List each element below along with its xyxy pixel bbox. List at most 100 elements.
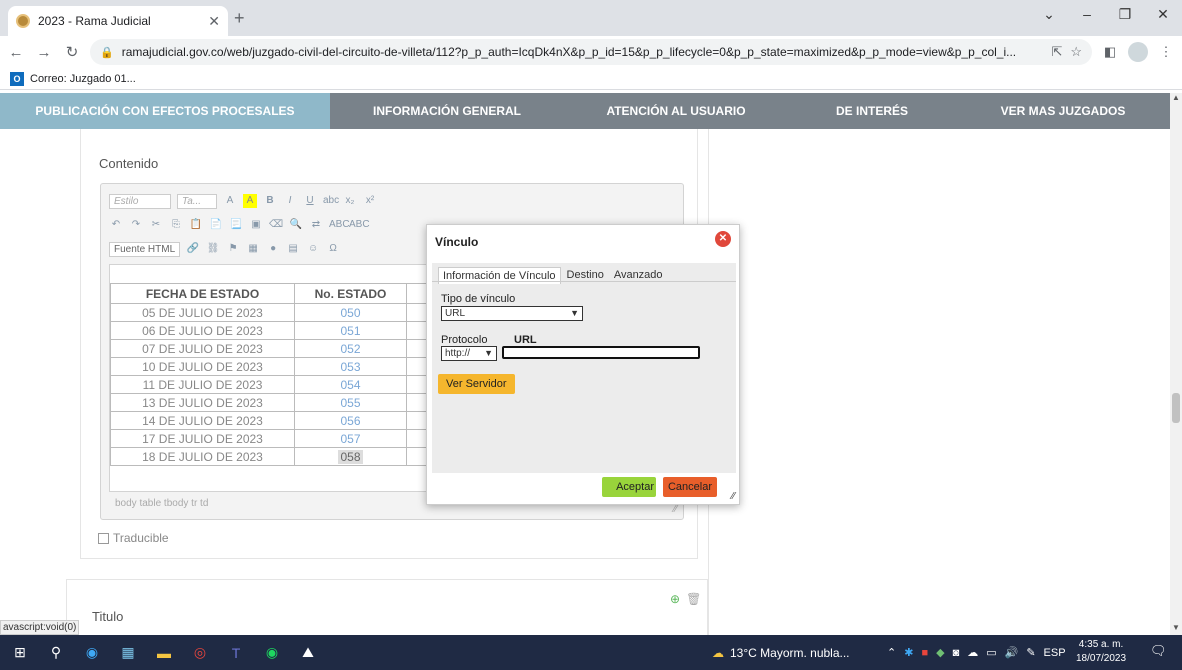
paste-text-icon[interactable]: 📄 — [209, 218, 223, 232]
traducible-label: Traducible — [113, 531, 169, 545]
spellcheck-icon[interactable]: ABC — [329, 218, 350, 232]
accept-button[interactable]: Aceptar — [602, 477, 656, 497]
profile-avatar[interactable] — [1128, 42, 1148, 62]
bold-icon[interactable]: B — [263, 194, 277, 208]
copy-icon[interactable]: ⎘ — [169, 218, 183, 232]
teams-icon[interactable]: T — [220, 635, 252, 670]
side-panel-icon[interactable]: ◧ — [1100, 44, 1120, 60]
contenido-label: Contenido — [99, 156, 159, 171]
security-icon[interactable]: ◆ — [936, 646, 944, 659]
style-combo[interactable]: Estilo — [109, 193, 171, 209]
paste-icon[interactable]: 📋 — [189, 218, 203, 232]
back-icon[interactable]: ← — [6, 44, 26, 61]
language-indicator[interactable]: ESP — [1044, 647, 1066, 659]
unlink-icon[interactable]: ⛓ — [206, 242, 220, 256]
reload-icon[interactable]: ↻ — [62, 43, 82, 61]
protocol-select[interactable]: http:// ▼ — [441, 346, 497, 361]
italic-icon[interactable]: I — [283, 194, 297, 208]
store-icon[interactable]: ▦ — [112, 635, 144, 670]
close-window-icon[interactable]: ✕ — [1144, 0, 1182, 30]
view-server-button[interactable]: Ver Servidor — [438, 374, 515, 394]
new-tab-icon[interactable]: + — [234, 8, 245, 29]
scroll-up-icon[interactable]: ▲ — [1170, 93, 1182, 105]
dialog-resize-handle[interactable]: ⁄⁄ — [732, 491, 735, 502]
weather-widget[interactable]: ☁ 13°C Mayorm. nubla... — [712, 635, 850, 670]
redo-icon[interactable]: ↷ — [129, 218, 143, 232]
cancel-button[interactable]: Cancelar — [663, 477, 717, 497]
anchor-icon[interactable]: ⚑ — [226, 242, 240, 256]
smiley-icon[interactable]: ☺ — [306, 242, 320, 256]
link-icon[interactable]: 🔗 — [186, 242, 200, 256]
tray-app-icon[interactable]: ■ — [921, 647, 928, 659]
special-char-icon[interactable]: Ω — [326, 242, 340, 256]
clock[interactable]: 4:35 a. m. 18/07/2023 — [1076, 638, 1126, 666]
battery-icon[interactable]: ▭ — [986, 646, 996, 659]
page-scrollbar[interactable]: ▲ ▼ — [1170, 93, 1182, 635]
show-hidden-icons-icon[interactable]: ⌃ — [887, 646, 896, 659]
add-icon[interactable]: ⊕ — [670, 592, 680, 606]
menu-icon[interactable]: ⋮ — [1156, 44, 1176, 60]
scroll-down-icon[interactable]: ▼ — [1170, 623, 1182, 635]
strike-icon[interactable]: abc — [323, 194, 339, 208]
browser-tab[interactable]: 2023 - Rama Judicial ✕ — [8, 6, 228, 36]
pen-icon[interactable]: ✎ — [1026, 646, 1035, 659]
spotify-icon[interactable]: ◉ — [256, 635, 288, 670]
link-type-select[interactable]: URL ▼ — [441, 306, 583, 321]
nav-publicacion[interactable]: PUBLICACIÓN CON EFECTOS PROCESALES — [0, 93, 330, 129]
traducible-option[interactable]: Traducible — [98, 531, 169, 545]
trash-icon[interactable]: 🗑 — [686, 592, 701, 606]
table-icon[interactable]: ▤ — [286, 242, 300, 256]
forward-icon[interactable]: → — [34, 44, 54, 61]
bookmark-star-icon[interactable]: ☆ — [1070, 44, 1082, 60]
element-path[interactable]: body table tbody tr td — [115, 498, 208, 509]
bluetooth-icon[interactable]: ✱ — [904, 646, 913, 659]
remove-format-icon[interactable]: ⌫ — [269, 218, 283, 232]
replace-icon[interactable]: ⇄ — [309, 218, 323, 232]
nav-atencion-usuario[interactable]: ATENCIÓN AL USUARIO — [564, 93, 788, 129]
dialog-close-icon[interactable]: ✕ — [715, 231, 731, 247]
traducible-checkbox[interactable] — [98, 532, 109, 544]
chrome-icon[interactable]: ◎ — [184, 635, 216, 670]
scroll-thumb[interactable] — [1172, 393, 1180, 423]
lock-icon[interactable]: 🔒 — [100, 46, 114, 59]
windows-start-icon[interactable]: ⊞ — [4, 635, 36, 670]
superscript-icon[interactable]: x² — [363, 194, 377, 208]
meet-now-icon[interactable]: ◙ — [953, 647, 960, 659]
fecha-cell: 13 DE JULIO DE 2023 — [110, 393, 295, 412]
volume-icon[interactable]: 🔊 — [1005, 646, 1019, 659]
find-icon[interactable]: 🔍 — [289, 218, 303, 232]
estados-table: FECHA DE ESTADO No. ESTADO 05 DE JULIO D… — [110, 283, 429, 466]
search-icon[interactable]: ⚲ — [40, 635, 72, 670]
nav-de-interes[interactable]: DE INTERÉS — [788, 93, 956, 129]
edge-icon[interactable]: ◉ — [76, 635, 108, 670]
editor-resize-handle[interactable]: ⁄⁄ — [674, 504, 677, 515]
underline-icon[interactable]: U — [303, 194, 317, 208]
tab-search-icon[interactable]: ⌄ — [1030, 0, 1068, 30]
scayt-icon[interactable]: ABC — [349, 218, 370, 232]
nav-ver-mas-juzgados[interactable]: VER MAS JUZGADOS — [956, 93, 1170, 129]
paste-word-icon[interactable]: 📃 — [229, 218, 243, 232]
select-all-icon[interactable]: ▣ — [249, 218, 263, 232]
url-input[interactable]: 🔒 ramajudicial.gov.co/web/juzgado-civil-… — [90, 39, 1092, 65]
image-icon[interactable]: ▦ — [246, 242, 260, 256]
photos-icon[interactable]: ⛰ — [292, 635, 324, 670]
close-tab-icon[interactable]: ✕ — [208, 13, 220, 30]
minimize-icon[interactable]: – — [1068, 0, 1106, 30]
bg-color-icon[interactable]: A — [243, 194, 257, 208]
share-icon[interactable]: ⇱ — [1051, 44, 1062, 60]
restore-icon[interactable]: ❐ — [1106, 0, 1144, 30]
chevron-down-icon: ▼ — [570, 308, 579, 318]
onedrive-icon[interactable]: ☁ — [967, 646, 978, 659]
subscript-icon[interactable]: x₂ — [343, 194, 357, 208]
text-color-icon[interactable]: A — [223, 194, 237, 208]
nav-informacion-general[interactable]: INFORMACIÓN GENERAL — [330, 93, 564, 129]
html-source-button[interactable]: Fuente HTML — [109, 241, 181, 257]
file-explorer-icon[interactable]: ▬ — [148, 635, 180, 670]
undo-icon[interactable]: ↶ — [109, 218, 123, 232]
notifications-icon[interactable]: 🗨 — [1150, 643, 1167, 659]
flash-icon[interactable]: ● — [266, 242, 280, 256]
cut-icon[interactable]: ✂ — [149, 218, 163, 232]
url-field[interactable] — [502, 346, 700, 359]
size-combo[interactable]: Ta... — [177, 193, 217, 209]
bookmark-correo[interactable]: Correo: Juzgado 01... — [30, 73, 136, 85]
